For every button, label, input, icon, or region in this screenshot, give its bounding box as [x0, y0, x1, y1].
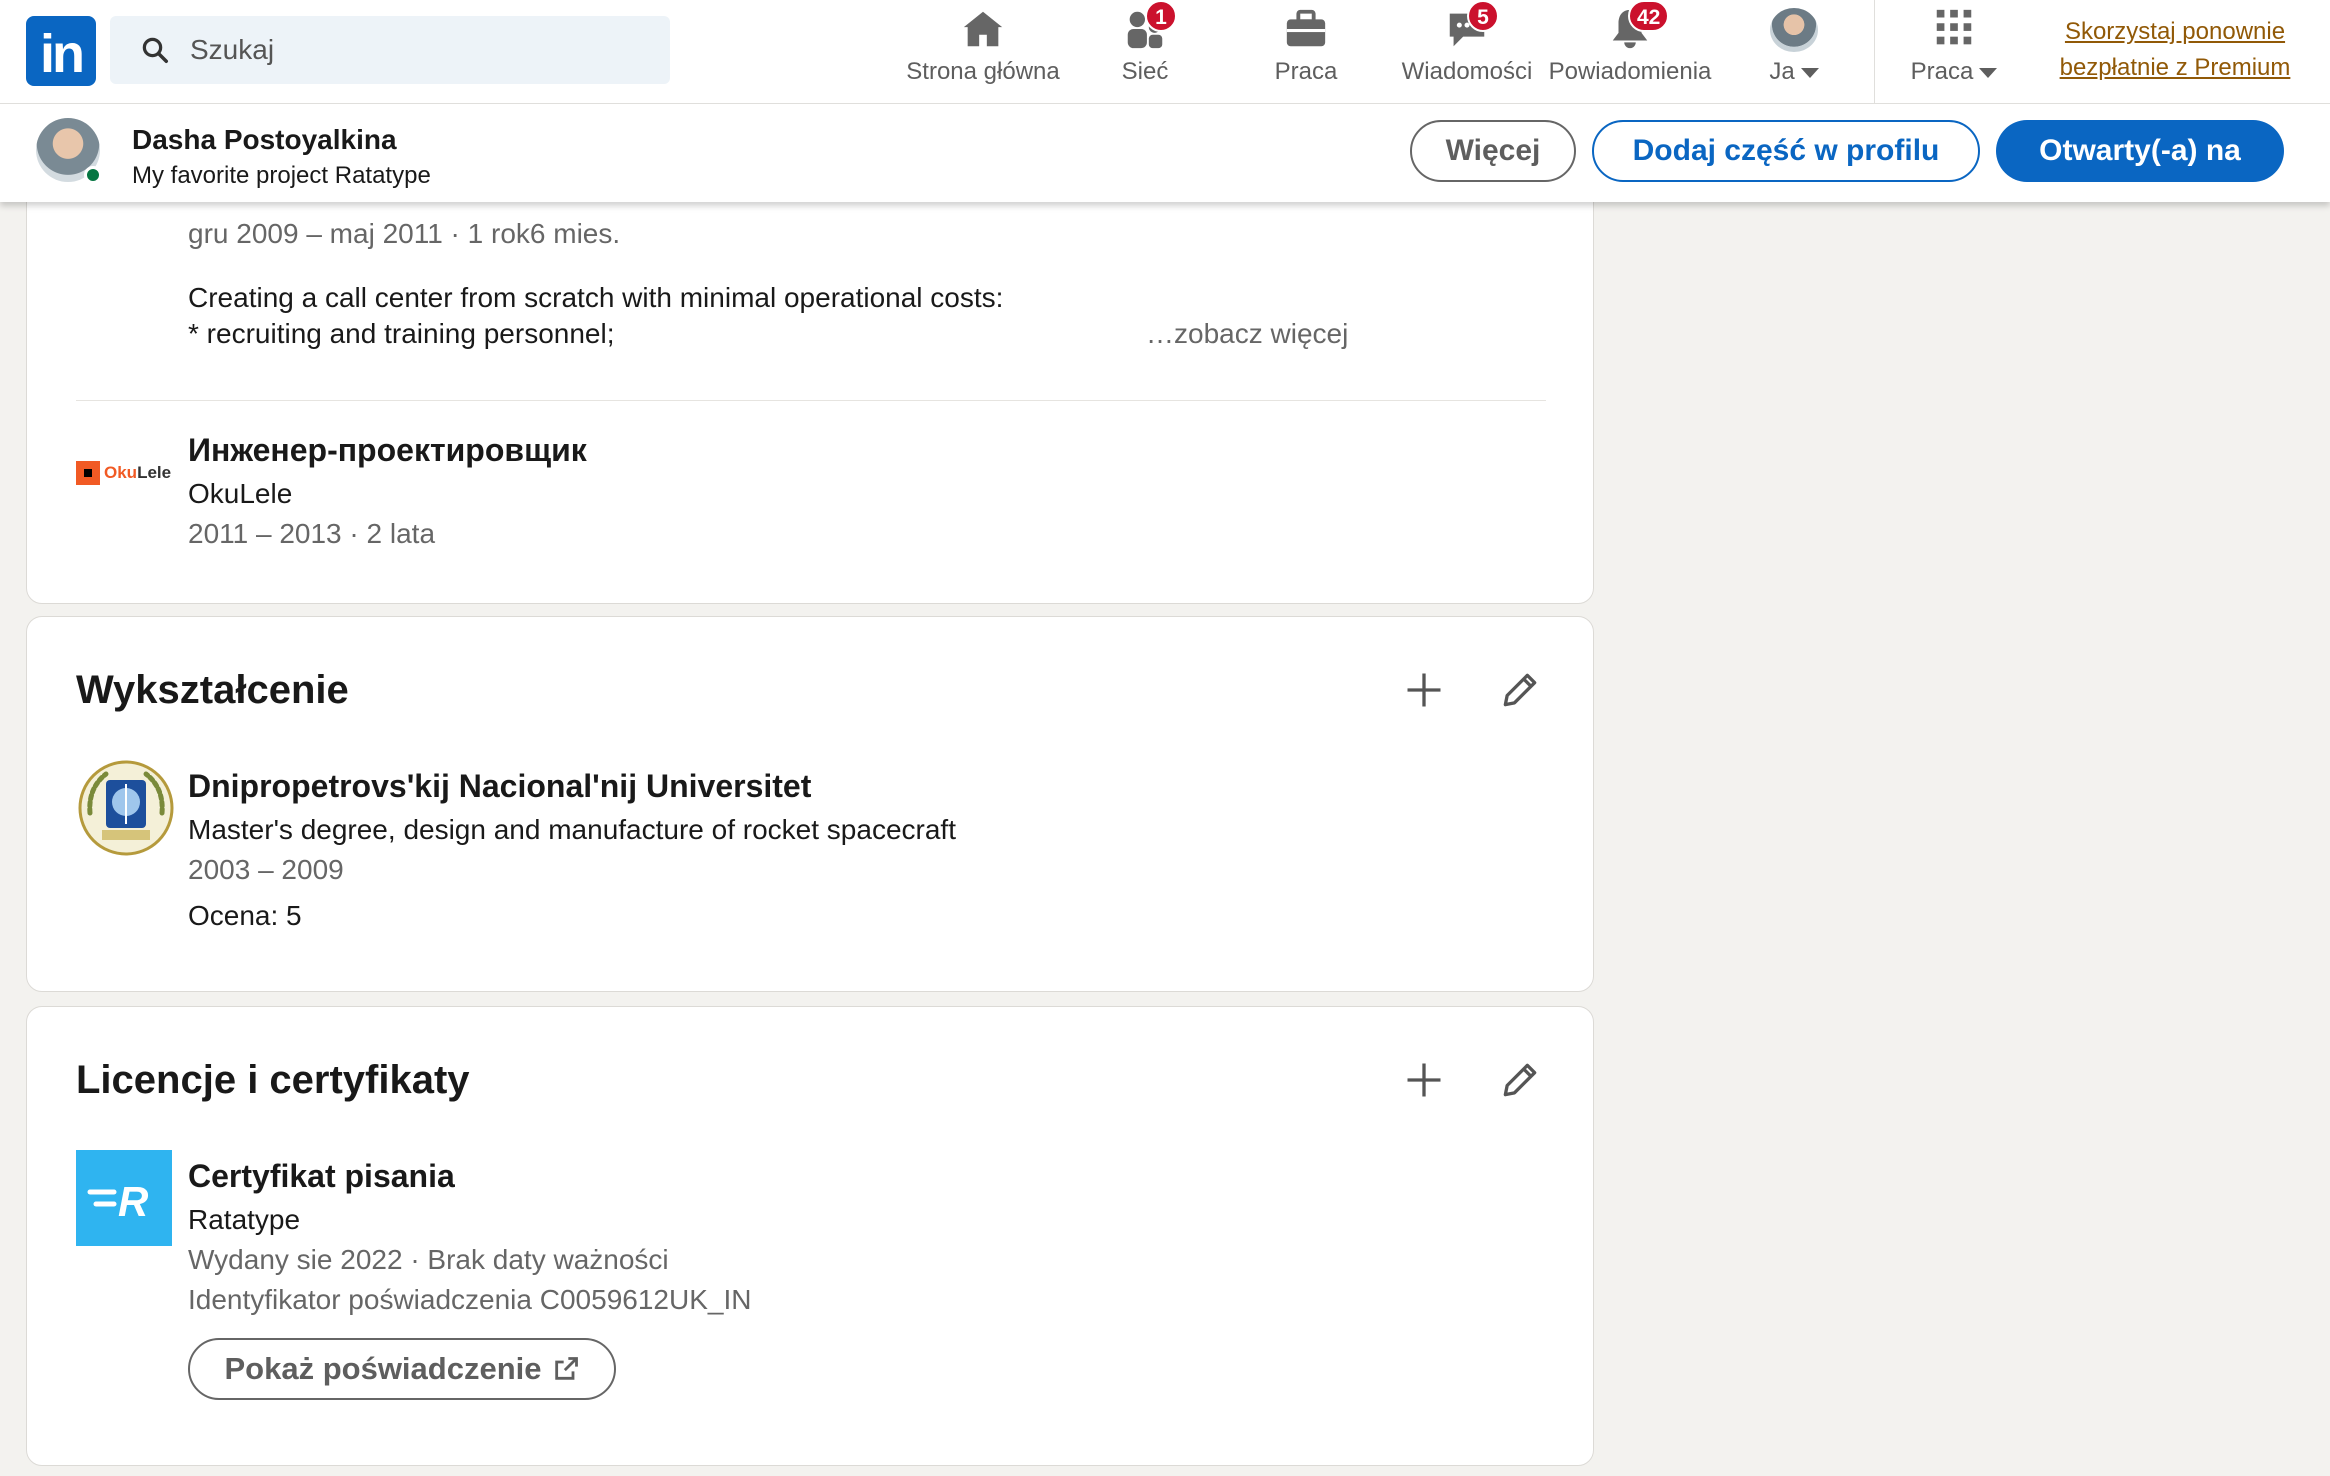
okulele-logo-text: OkuLele — [104, 463, 172, 482]
briefcase-icon — [1282, 6, 1330, 52]
nav-jobs-label: Praca — [1274, 58, 1338, 85]
edit-education-button[interactable] — [1492, 662, 1548, 718]
nav-notifications-label: Powiadomienia — [1548, 58, 1712, 85]
open-to-button[interactable]: Otwarty(-a) na — [1996, 120, 2284, 182]
add-profile-section-button[interactable]: Dodaj część w profilu — [1592, 120, 1980, 182]
premium-line-2: bezpłatnie z Premium — [2059, 54, 2291, 81]
more-button[interactable]: Więcej — [1410, 120, 1576, 182]
bell-icon: 42 — [1606, 0, 1670, 52]
certificate-issued: Wydany sie 2022 · Brak daty ważności — [188, 1244, 669, 1275]
messaging-badge: 5 — [1467, 0, 1499, 32]
nav-work[interactable]: Praca — [1900, 8, 2008, 96]
nav-network-label: Sieć — [1121, 58, 1169, 85]
profile-name: Dasha Postoyalkina — [132, 124, 397, 155]
premium-link[interactable]: Skorzystaj ponownie bezpłatnie z Premium — [2030, 14, 2320, 86]
ratatype-logo[interactable]: R — [76, 1150, 172, 1246]
licenses-heading: Licencje i certyfikaty — [76, 1058, 470, 1102]
global-nav: in Strona główna 1 Sieć Praca 5 Wiadomoś… — [0, 0, 2330, 104]
education-grade: Ocena: 5 — [188, 900, 302, 931]
premium-line-1: Skorzystaj ponownie — [2064, 18, 2286, 45]
pencil-icon — [1503, 673, 1537, 707]
edit-license-button[interactable] — [1492, 1052, 1548, 1108]
network-badge: 1 — [1145, 0, 1177, 32]
job-dates: 2011 – 2013 · 2 lata — [188, 518, 436, 549]
messaging-icon: 5 — [1443, 0, 1499, 52]
education-dates: 2003 – 2009 — [188, 854, 344, 885]
prev-position-description-line-1: Creating a call center from scratch with… — [188, 282, 1004, 313]
nav-messaging-label: Wiadomości — [1401, 58, 1533, 85]
nav-me[interactable]: Ja — [1752, 8, 1836, 96]
chevron-down-icon — [1979, 67, 1998, 78]
nav-notifications[interactable]: 42 Powiadomienia — [1540, 0, 1720, 96]
experience-divider — [76, 400, 1546, 401]
svg-text:R: R — [118, 1178, 149, 1222]
notifications-badge: 42 — [1628, 0, 1670, 32]
add-license-button[interactable] — [1396, 1052, 1452, 1108]
pencil-icon — [1503, 1063, 1537, 1097]
nav-messaging[interactable]: 5 Wiadomości — [1392, 0, 1542, 96]
chevron-down-icon — [1800, 67, 1819, 78]
education-heading: Wykształcenie — [76, 668, 349, 712]
certificate-issuer: Ratatype — [188, 1204, 301, 1235]
search-bar[interactable] — [110, 16, 670, 84]
search-input[interactable] — [190, 34, 630, 66]
profile-headline: My favorite project Ratatype — [132, 162, 431, 189]
show-credential-label: Pokaż poświadczenie — [224, 1351, 542, 1386]
degree: Master's degree, design and manufacture … — [188, 814, 956, 845]
plus-icon — [1407, 673, 1441, 707]
nav-home-label: Strona główna — [906, 58, 1060, 85]
ratatype-logo-mark: R — [87, 1178, 149, 1222]
show-credential-button[interactable]: Pokaż poświadczenie — [188, 1338, 616, 1400]
school-name[interactable]: Dnipropetrovs'kij Nacional'nij Universit… — [188, 768, 811, 805]
prev-position-description-line-2: * recruiting and training personnel; — [188, 318, 615, 349]
online-status-dot — [84, 166, 102, 184]
nav-jobs[interactable]: Praca — [1256, 8, 1356, 96]
network-icon: 1 — [1121, 0, 1177, 52]
job-title[interactable]: Инженер-проектировщик — [188, 432, 587, 469]
nav-work-label: Praca — [1910, 58, 1974, 85]
credential-id: Identyfikator poświadczenia C0059612UK_I… — [188, 1284, 752, 1315]
home-icon — [959, 6, 1007, 52]
linkedin-logo[interactable]: in — [26, 16, 96, 86]
company-name: OkuLele — [188, 478, 293, 509]
external-link-icon — [554, 1357, 578, 1380]
sticky-profile-bar: Dasha Postoyalkina My favorite project R… — [0, 104, 2330, 202]
university-logo[interactable] — [76, 758, 176, 858]
okulele-logo-mark — [76, 461, 100, 485]
me-avatar — [1770, 8, 1818, 52]
add-education-button[interactable] — [1396, 662, 1452, 718]
prev-position-dates: gru 2009 – maj 2011 · 1 rok6 mies. — [188, 218, 621, 249]
nav-me-label: Ja — [1769, 58, 1795, 85]
okulele-logo[interactable]: OkuLele — [76, 460, 176, 486]
search-icon — [142, 37, 168, 63]
nav-home[interactable]: Strona główna — [898, 8, 1068, 96]
see-more-link[interactable]: …zobacz więcej — [1146, 318, 1348, 350]
certificate-name[interactable]: Certyfikat pisania — [188, 1158, 455, 1195]
nav-network[interactable]: 1 Sieć — [1098, 0, 1192, 96]
nav-divider — [1874, 0, 1875, 104]
grid-icon — [1930, 6, 1978, 52]
plus-icon — [1407, 1063, 1441, 1097]
